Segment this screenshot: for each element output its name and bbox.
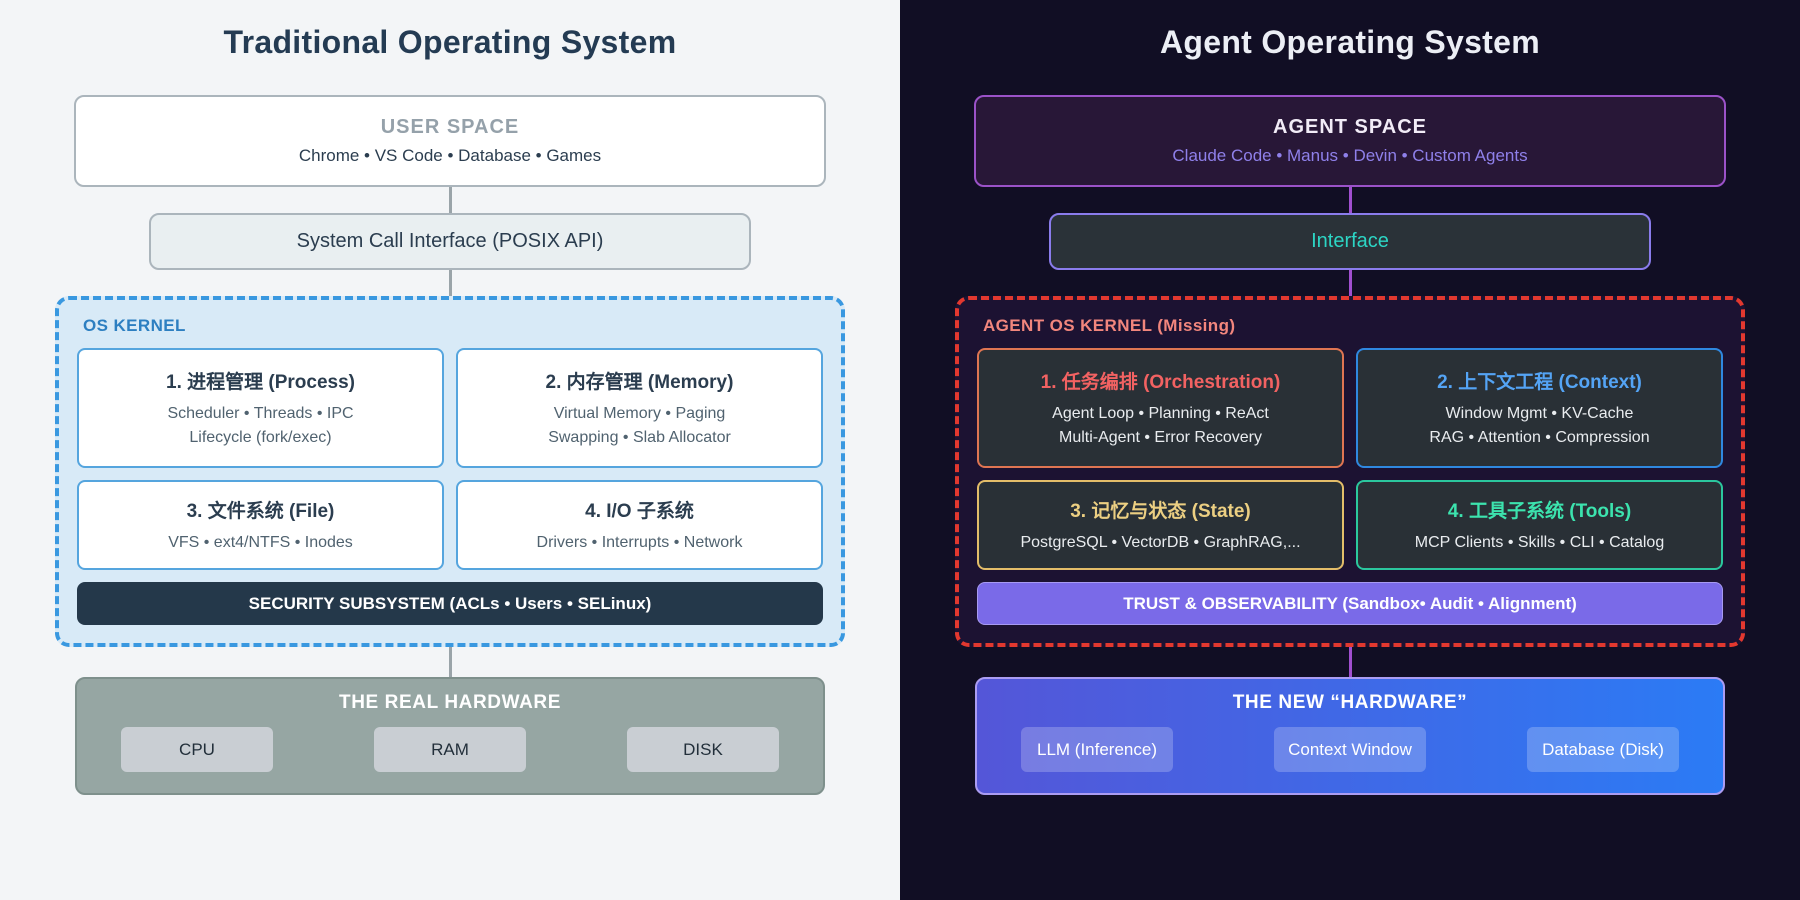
syscall-interface-box: System Call Interface (POSIX API) (149, 213, 751, 270)
kernel-card-memory: 2. 内存管理 (Memory) Virtual Memory • Paging… (456, 348, 823, 468)
kernel-card-body: MCP Clients • Skills • CLI • Catalog (1415, 531, 1664, 554)
kernel-card-title: 1. 进程管理 (Process) (166, 372, 355, 394)
kernel-card-title: 3. 文件系统 (File) (186, 500, 335, 522)
kernel-card-orchestration: 1. 任务编排 (Orchestration) Agent Loop • Pla… (977, 348, 1344, 468)
trust-observability-bar: TRUST & OBSERVABILITY (Sandbox• Audit • … (977, 582, 1723, 625)
kernel-card-grid: 1. 进程管理 (Process) Scheduler • Threads • … (77, 348, 823, 570)
kernel-card-tools: 4. 工具子系统 (Tools) MCP Clients • Skills • … (1356, 480, 1723, 570)
connector (448, 647, 452, 677)
agent-space-box: AGENT SPACE Claude Code • Manus • Devin … (974, 95, 1726, 187)
connector (1348, 187, 1352, 213)
real-hardware-box: THE REAL HARDWARE CPU RAM DISK (75, 677, 825, 795)
kernel-card-body: PostgreSQL • VectorDB • GraphRAG,... (1020, 531, 1300, 554)
agent-os-title: Agent Operating System (1159, 24, 1540, 60)
chip-disk: DISK (627, 727, 779, 772)
kernel-card-line: PostgreSQL • VectorDB • GraphRAG,... (1020, 533, 1301, 551)
kernel-card-line: Agent Loop • Planning • ReAct (1052, 405, 1269, 423)
chip-database-disk: Database (Disk) (1527, 727, 1679, 772)
user-space-label: USER SPACE (380, 116, 520, 138)
panel-agent-os: Agent Operating System AGENT SPACE Claud… (900, 0, 1800, 900)
real-hardware-title: THE REAL HARDWARE (338, 692, 562, 713)
kernel-card-line: MCP Clients • Skills • CLI • Catalog (1414, 533, 1665, 551)
kernel-card-context: 2. 上下文工程 (Context) Window Mgmt • KV-Cach… (1356, 348, 1723, 468)
kernel-card-body: Virtual Memory • Paging Swapping • Slab … (548, 402, 731, 448)
kernel-card-file: 3. 文件系统 (File) VFS • ext4/NTFS • Inodes (77, 480, 444, 570)
kernel-card-title: 2. 内存管理 (Memory) (545, 372, 734, 394)
agent-space-apps: Claude Code • Manus • Devin • Custom Age… (1172, 146, 1528, 165)
kernel-card-line: Window Mgmt • KV-Cache (1445, 405, 1634, 423)
chip-ram: RAM (374, 727, 526, 772)
agent-space-label: AGENT SPACE (1273, 116, 1427, 138)
agent-os-kernel-label: AGENT OS KERNEL (Missing) (983, 316, 1236, 335)
kernel-card-title: 4. 工具子系统 (Tools) (1447, 500, 1632, 522)
security-subsystem-bar: SECURITY SUBSYSTEM (ACLs • Users • SELin… (77, 582, 823, 625)
kernel-card-body: Scheduler • Threads • IPC Lifecycle (for… (167, 402, 353, 448)
kernel-card-title: 1. 任务编排 (Orchestration) (1040, 372, 1281, 394)
kernel-card-line: Virtual Memory • Paging (553, 405, 726, 423)
kernel-card-grid: 1. 任务编排 (Orchestration) Agent Loop • Pla… (977, 348, 1723, 570)
kernel-card-line: VFS • ext4/NTFS • Inodes (168, 533, 353, 551)
kernel-card-body: Agent Loop • Planning • ReAct Multi-Agen… (1052, 402, 1269, 448)
kernel-card-line: Swapping • Slab Allocator (548, 428, 731, 446)
kernel-card-title: 2. 上下文工程 (Context) (1437, 372, 1642, 394)
chip-cpu: CPU (121, 727, 273, 772)
kernel-card-body: Window Mgmt • KV-Cache RAG • Attention •… (1429, 402, 1649, 448)
new-hardware-box: THE NEW “HARDWARE” LLM (Inference) Conte… (975, 677, 1725, 795)
hardware-chip-row: LLM (Inference) Context Window Database … (977, 727, 1723, 772)
chip-context-window: Context Window (1274, 727, 1426, 772)
kernel-card-line: Scheduler • Threads • IPC (167, 405, 354, 423)
kernel-card-line: RAG • Attention • Compression (1429, 428, 1650, 446)
kernel-card-title: 3. 记忆与状态 (State) (1070, 500, 1251, 522)
agent-os-kernel-box: AGENT OS KERNEL (Missing) 1. 任务编排 (Orche… (955, 296, 1745, 647)
chip-llm-inference: LLM (Inference) (1021, 727, 1173, 772)
connector (1348, 647, 1352, 677)
connector (448, 270, 452, 296)
user-space-apps: Chrome • VS Code • Database • Games (298, 146, 602, 165)
kernel-card-state: 3. 记忆与状态 (State) PostgreSQL • VectorDB •… (977, 480, 1344, 570)
connector (1348, 270, 1352, 296)
panel-traditional-os: Traditional Operating System USER SPACE … (0, 0, 900, 900)
connector (448, 187, 452, 213)
kernel-card-line: Multi-Agent • Error Recovery (1059, 428, 1262, 446)
kernel-card-line: Drivers • Interrupts • Network (536, 533, 743, 551)
traditional-os-title: Traditional Operating System (223, 24, 677, 60)
kernel-card-title: 4. I/O 子系统 (585, 500, 694, 522)
kernel-card-io: 4. I/O 子系统 Drivers • Interrupts • Networ… (456, 480, 823, 570)
syscall-interface-label: System Call Interface (POSIX API) (296, 230, 604, 252)
new-hardware-title: THE NEW “HARDWARE” (1232, 692, 1468, 713)
os-kernel-label: OS KERNEL (83, 316, 186, 335)
os-comparison-diagram: Traditional Operating System USER SPACE … (0, 0, 1800, 900)
kernel-card-body: VFS • ext4/NTFS • Inodes (168, 531, 353, 554)
os-kernel-box: OS KERNEL 1. 进程管理 (Process) Scheduler • … (55, 296, 845, 647)
hardware-chip-row: CPU RAM DISK (77, 727, 823, 772)
kernel-card-body: Drivers • Interrupts • Network (537, 531, 743, 554)
kernel-card-line: Lifecycle (fork/exec) (189, 428, 332, 446)
interface-box: Interface (1049, 213, 1651, 270)
interface-label: Interface (1311, 230, 1389, 252)
kernel-card-process: 1. 进程管理 (Process) Scheduler • Threads • … (77, 348, 444, 468)
user-space-box: USER SPACE Chrome • VS Code • Database •… (74, 95, 826, 187)
